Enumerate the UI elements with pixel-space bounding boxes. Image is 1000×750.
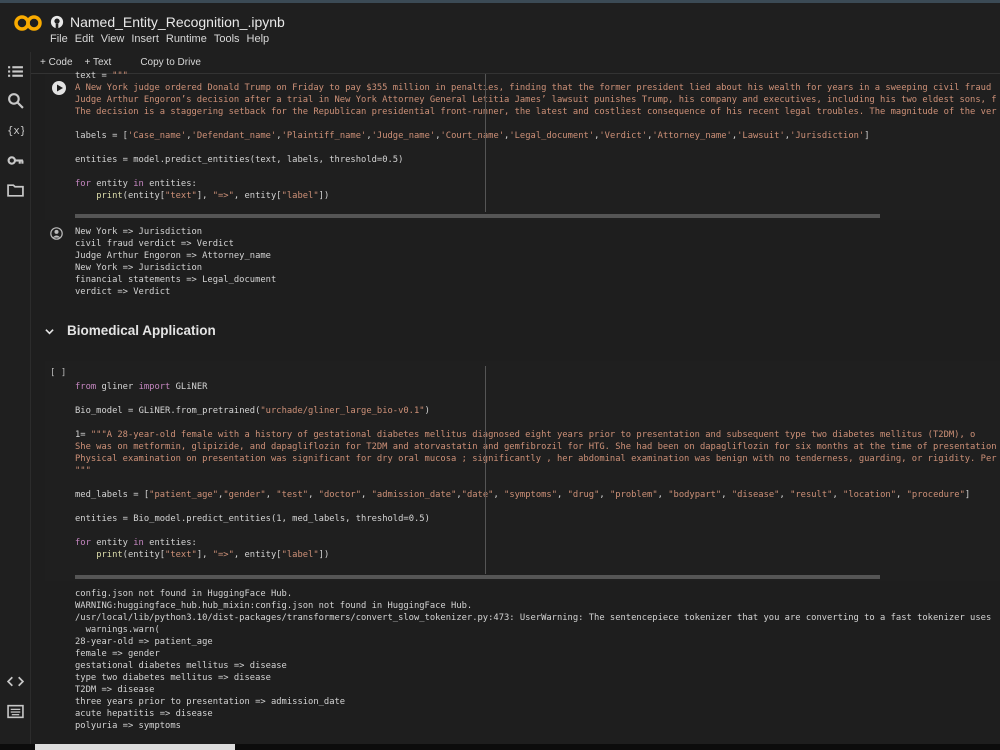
code-line: med_labels = ["patient_age","gender", "t…	[75, 490, 971, 500]
left-sidebar: {x}	[0, 52, 31, 750]
output-line: civil fraud verdict => Verdict	[75, 239, 234, 249]
colab-logo[interactable]	[14, 13, 42, 33]
output-line: WARNING:huggingface_hub.hub_mixin:config…	[75, 601, 473, 611]
github-icon	[50, 15, 64, 29]
code-line: The decision is a staggering setback for…	[75, 107, 997, 117]
code-line: Bio_model = GLiNER.from_pretrained("urch…	[75, 406, 430, 416]
copy-to-drive-button[interactable]: Copy to Drive	[140, 57, 201, 68]
code-cell-biomedical[interactable]: [ ] from gliner import GLiNER Bio_model …	[45, 361, 1000, 581]
notebook-title[interactable]: Named_Entity_Recognition_.ipynb	[70, 14, 285, 30]
add-code-button[interactable]: + Code	[40, 57, 73, 68]
section-heading: Biomedical Application	[67, 323, 216, 338]
menu-bar: File Edit View Insert Runtime Tools Help	[50, 33, 269, 45]
horizontal-scrollbar[interactable]	[75, 575, 880, 579]
terminal-icon[interactable]	[7, 703, 24, 720]
menu-insert[interactable]: Insert	[131, 33, 159, 45]
output-line: T2DM => disease	[75, 685, 155, 695]
code-editor[interactable]: from gliner import GLiNER Bio_model = GL…	[75, 381, 1000, 577]
add-text-button[interactable]: + Text	[85, 57, 112, 68]
output-line: 28-year-old => patient_age	[75, 637, 213, 647]
ruler-line	[485, 74, 486, 212]
code-line: print(entity["text"], "=>", entity["labe…	[96, 550, 330, 560]
variables-icon[interactable]: {x}	[7, 121, 24, 138]
output-text: config.json not found in HuggingFace Hub…	[75, 588, 1000, 735]
play-icon	[57, 84, 63, 92]
search-icon[interactable]	[7, 92, 24, 109]
code-line: A New York judge ordered Donald Trump on…	[75, 83, 992, 93]
code-line: for entity in entities:	[75, 179, 197, 189]
horizontal-scrollbar[interactable]	[75, 214, 880, 218]
menu-runtime[interactable]: Runtime	[166, 33, 207, 45]
code-line: text = """	[75, 71, 128, 81]
ruler-line	[485, 366, 486, 574]
code-line: entities = Bio_model.predict_entities(1,…	[75, 514, 430, 524]
code-line: """	[75, 466, 91, 476]
output-line: financial statements => Legal_document	[75, 275, 277, 285]
output-line: /usr/local/lib/python3.10/dist-packages/…	[75, 613, 992, 623]
code-line: for entity in entities:	[75, 538, 197, 548]
code-line: print(entity["text"], "=>", entity["labe…	[96, 191, 330, 201]
menu-help[interactable]: Help	[247, 33, 270, 45]
cell-output-biomedical: config.json not found in HuggingFace Hub…	[45, 585, 1000, 735]
output-line: type two diabetes mellitus => disease	[75, 673, 271, 683]
output-text: New York => Jurisdiction civil fraud verd…	[75, 226, 995, 306]
code-line: from gliner import GLiNER	[75, 382, 208, 392]
output-line: config.json not found in HuggingFace Hub…	[75, 589, 293, 599]
code-editor[interactable]: text = """ A New York judge ordered Donal…	[75, 70, 1000, 216]
cell-output-legal: New York => Jurisdiction civil fraud verd…	[45, 222, 1000, 308]
code-line: labels = ['Case_name','Defendant_name','…	[75, 131, 870, 141]
notebook-body: text = """ A New York judge ordered Donal…	[31, 71, 1000, 750]
code-line: Physical examination on presentation was…	[75, 454, 997, 464]
svg-text:{x}: {x}	[7, 124, 24, 137]
output-line: female => gender	[75, 649, 160, 659]
taskbar-window-preview[interactable]	[35, 744, 235, 750]
menu-edit[interactable]: Edit	[75, 33, 94, 45]
toc-icon[interactable]	[7, 63, 24, 80]
menu-tools[interactable]: Tools	[214, 33, 240, 45]
collapse-chevron-icon[interactable]	[45, 327, 54, 336]
menu-view[interactable]: View	[101, 33, 125, 45]
output-line: gestational diabetes mellitus => disease	[75, 661, 287, 671]
output-line: Judge Arthur Engoron => Attorney_name	[75, 251, 271, 261]
code-line: Judge Arthur Engoron’s decision after a …	[75, 95, 997, 105]
run-cell-button[interactable]	[52, 81, 66, 95]
output-user-icon	[50, 227, 63, 240]
top-stripe	[0, 0, 1000, 3]
code-line: 1= """A 28-year-old female with a histor…	[75, 430, 976, 440]
code-snippets-icon[interactable]	[7, 673, 24, 690]
code-cell-legal[interactable]: text = """ A New York judge ordered Donal…	[45, 71, 1000, 220]
output-line: New York => Jurisdiction	[75, 263, 203, 273]
output-line: warnings.warn(	[75, 625, 160, 635]
key-icon[interactable]	[7, 152, 24, 169]
execution-count: [ ]	[50, 368, 67, 378]
code-line: entities = model.predict_entities(text, …	[75, 155, 404, 165]
taskbar	[0, 744, 1000, 750]
output-line: New York => Jurisdiction	[75, 227, 203, 237]
top-bar: Named_Entity_Recognition_.ipynb File Edi…	[0, 0, 1000, 52]
code-line: She was on metformin, glipizide, and dap…	[75, 442, 997, 452]
output-line: acute hepatitis => disease	[75, 709, 213, 719]
output-line: verdict => Verdict	[75, 287, 171, 297]
output-line: polyuria => symptoms	[75, 721, 181, 731]
output-line: three years prior to presentation => adm…	[75, 697, 346, 707]
folder-icon[interactable]	[7, 182, 24, 199]
menu-file[interactable]: File	[50, 33, 68, 45]
